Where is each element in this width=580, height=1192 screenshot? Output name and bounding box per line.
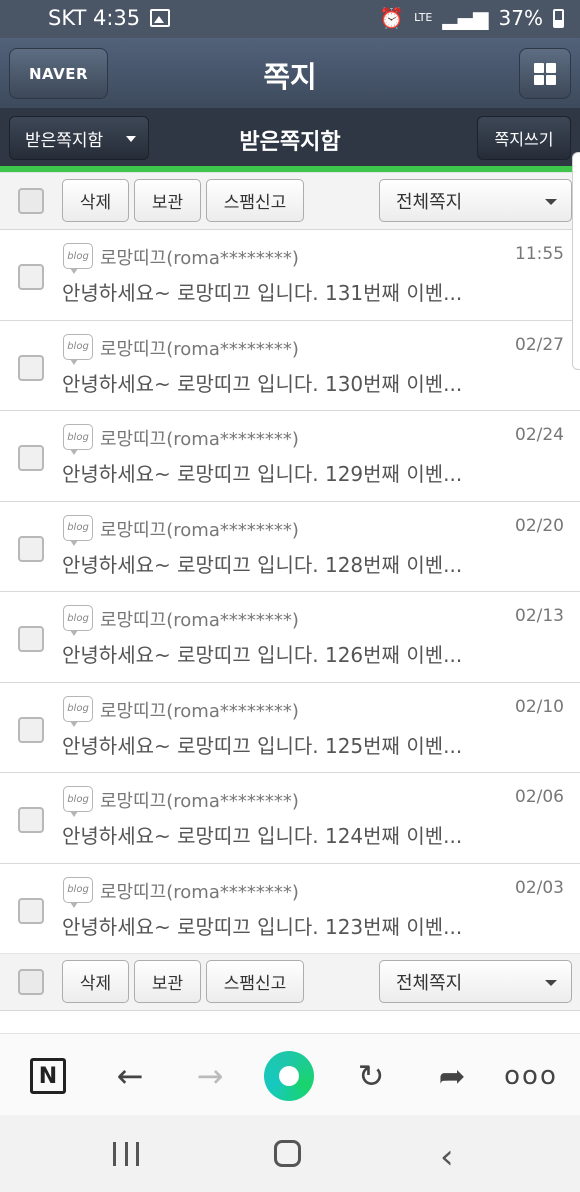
filter-dropdown-label: 전체쪽지 [396, 972, 463, 994]
message-date: 02/13 [515, 606, 564, 626]
message-date: 02/10 [515, 696, 564, 717]
sender-name: 로망띠끄(roma********) [100, 881, 299, 903]
green-home-icon[interactable] [264, 1051, 314, 1101]
report-spam-button[interactable]: 스팸신고 [206, 960, 304, 1003]
naver-n-icon[interactable]: N [30, 1058, 66, 1094]
reload-icon[interactable]: ↻ [349, 1054, 393, 1098]
row-checkbox[interactable] [18, 897, 44, 924]
list-item[interactable]: blog 로망띠끄(roma********) 02/13 안녕하세요~ 로망띠… [0, 592, 580, 683]
message-preview[interactable]: 안녕하세요~ 로망띠끄 입니다. 131번째 이벤... [62, 277, 492, 306]
list-item[interactable]: blog 로망띠끄(roma********) 02/10 안녕하세요~ 로망띠… [0, 682, 580, 773]
signal-icon: ▂▄▆ [442, 6, 489, 30]
browser-toolbar: N ← → ↻ ➦ ooo [0, 1033, 580, 1115]
image-icon [150, 9, 171, 27]
message-preview[interactable]: 안녕하세요~ 로망띠끄 입니다. 123번째 이벤... [62, 911, 492, 940]
message-preview[interactable]: 안녕하세요~ 로망띠끄 입니다. 130번째 이벤... [62, 368, 492, 397]
delete-button[interactable]: 삭제 [62, 179, 129, 222]
message-preview[interactable]: 안녕하세요~ 로망띠끄 입니다. 125번째 이벤... [62, 730, 492, 759]
message-date: 02/20 [515, 515, 564, 536]
row-checkbox[interactable] [18, 445, 44, 471]
write-message-button[interactable]: 쪽지쓰기 [477, 116, 571, 160]
list-item[interactable]: blog 로망띠끄(roma********) 02/06 안녕하세요~ 로망띠… [0, 773, 580, 864]
keep-button[interactable]: 보관 [134, 960, 201, 1003]
message-preview[interactable]: 안녕하세요~ 로망띠끄 입니다. 126번째 이벤... [62, 639, 492, 668]
battery-percent: 37% [498, 6, 543, 30]
network-type: LTE [414, 11, 433, 24]
app-header: NAVER 쪽지 [0, 38, 580, 108]
filter-dropdown[interactable]: 전체쪽지 [379, 179, 572, 222]
blog-badge-icon: blog [63, 514, 93, 546]
blog-badge-icon: blog [63, 876, 93, 908]
list-item[interactable]: blog 로망띠끄(roma********) 02/20 안녕하세요~ 로망띠… [0, 501, 580, 592]
sender-name: 로망띠끄(roma********) [100, 610, 299, 631]
select-all-checkbox[interactable] [18, 188, 44, 214]
back-icon[interactable]: ‹ [440, 1137, 454, 1177]
list-item[interactable]: blog 로망띠끄(roma********) 02/03 안녕하세요~ 로망띠… [0, 863, 580, 954]
blog-badge-icon: blog [63, 333, 93, 365]
list-item[interactable]: blog 로망띠끄(roma********) 02/24 안녕하세요~ 로망띠… [0, 411, 580, 502]
sender-name: 로망띠끄(roma********) [100, 338, 299, 360]
scroll-indicator[interactable] [572, 152, 580, 370]
message-preview[interactable]: 안녕하세요~ 로망띠끄 입니다. 124번째 이벤... [62, 820, 492, 849]
sender-name: 로망띠끄(roma********) [100, 791, 299, 812]
carrier-time: SKT 4:35 [48, 6, 141, 30]
blog-badge-icon: blog [63, 786, 93, 817]
sender-name: 로망띠끄(roma********) [100, 248, 299, 269]
action-toolbar-top: 삭제 보관 스팸신고 전체쪽지 [0, 172, 580, 230]
recent-apps-icon[interactable] [113, 1142, 139, 1166]
message-date: 02/27 [515, 334, 564, 355]
message-preview[interactable]: 안녕하세요~ 로망띠끄 입니다. 128번째 이벤... [62, 549, 492, 578]
blog-badge-icon: blog [63, 695, 93, 727]
share-icon[interactable]: ➦ [430, 1054, 474, 1098]
row-checkbox[interactable] [18, 807, 44, 833]
sender-name: 로망띠끄(roma********) [100, 700, 299, 722]
blog-badge-icon: blog [63, 243, 93, 274]
message-date: 02/03 [515, 877, 564, 898]
report-spam-button[interactable]: 스팸신고 [206, 179, 304, 222]
home-icon[interactable] [274, 1140, 301, 1167]
blog-badge-icon: blog [63, 424, 93, 455]
chevron-down-icon [545, 199, 557, 205]
keep-button[interactable]: 보관 [134, 179, 201, 222]
delete-button[interactable]: 삭제 [62, 960, 129, 1003]
blog-badge-icon: blog [63, 605, 93, 636]
grid-icon [534, 62, 556, 85]
row-checkbox[interactable] [18, 716, 44, 743]
message-date: 02/24 [515, 425, 564, 445]
message-list: blog 로망띠끄(roma********) 11:55 안녕하세요~ 로망띠… [0, 230, 580, 954]
message-preview[interactable]: 안녕하세요~ 로망띠끄 입니다. 129번째 이벤... [62, 458, 492, 487]
chevron-down-icon [545, 980, 557, 986]
status-bar: SKT 4:35 ⏰ LTE ▂▄▆ 37% [0, 0, 580, 38]
list-item[interactable]: blog 로망띠끄(roma********) 02/27 안녕하세요~ 로망띠… [0, 320, 580, 411]
list-item[interactable]: blog 로망띠끄(roma********) 11:55 안녕하세요~ 로망띠… [0, 230, 580, 321]
row-checkbox[interactable] [18, 535, 44, 562]
back-arrow-icon[interactable]: ← [108, 1054, 152, 1098]
page-title: 쪽지 [263, 60, 317, 94]
filter-dropdown[interactable]: 전체쪽지 [379, 960, 572, 1003]
battery-icon [553, 8, 564, 28]
action-toolbar-bottom: 삭제 보관 스팸신고 전체쪽지 [0, 953, 580, 1011]
row-checkbox[interactable] [18, 354, 44, 381]
sender-name: 로망띠끄(roma********) [100, 519, 299, 541]
row-checkbox[interactable] [18, 264, 44, 290]
system-nav-bar: ‹ [0, 1115, 580, 1192]
menu-grid-button[interactable] [519, 48, 571, 99]
more-icon[interactable]: ooo [504, 1054, 556, 1098]
sender-name: 로망띠끄(roma********) [100, 429, 299, 450]
message-date: 02/06 [515, 787, 564, 807]
alarm-icon: ⏰ [379, 6, 405, 30]
forward-arrow-icon[interactable]: → [188, 1054, 232, 1098]
folder-header: 받은쪽지함 받은쪽지함 쪽지쓰기 [0, 108, 580, 168]
filter-dropdown-label: 전체쪽지 [396, 191, 463, 213]
select-all-checkbox[interactable] [18, 969, 44, 995]
row-checkbox[interactable] [18, 626, 44, 652]
message-date: 11:55 [515, 244, 564, 264]
